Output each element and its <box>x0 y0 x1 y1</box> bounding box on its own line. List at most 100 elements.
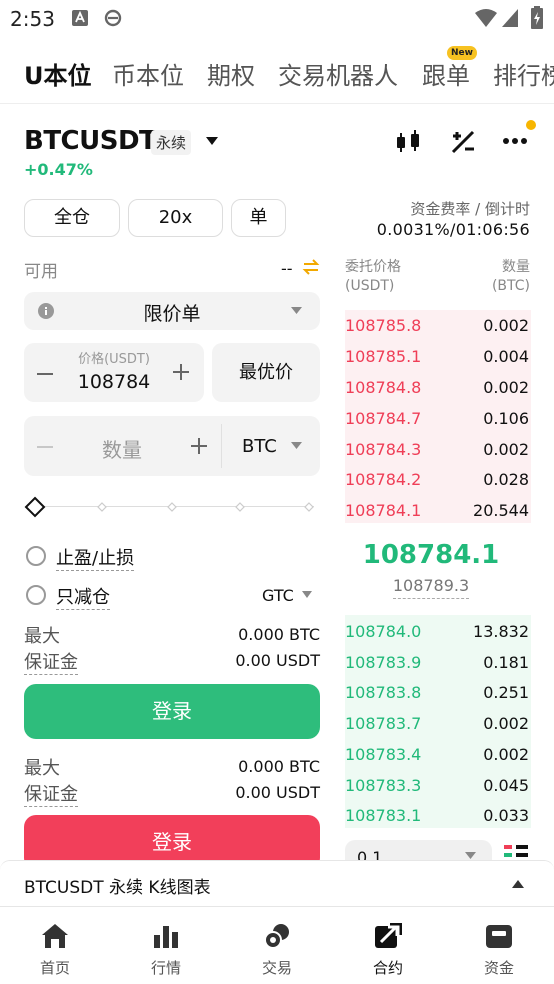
chevron-down-icon[interactable] <box>302 591 312 598</box>
margin-mode-button[interactable]: 全仓 <box>24 199 120 237</box>
tab-trading-bots[interactable]: 交易机器人 <box>278 56 398 91</box>
transfer-icon[interactable] <box>302 258 320 276</box>
slider-handle[interactable] <box>24 496 46 518</box>
reduce-only-label[interactable]: 只减仓 <box>56 583 110 610</box>
nav-label: 交易 <box>261 959 292 977</box>
browser-notification-icon <box>104 9 122 27</box>
nav-label: 首页 <box>39 959 70 977</box>
sell-margin-label[interactable]: 保证金 <box>24 780 78 807</box>
price-change: +0.47% <box>24 160 93 179</box>
tp-sl-label[interactable]: 止盈/止损 <box>56 544 135 571</box>
input-divider <box>221 424 222 468</box>
ask-price: 108784.1 <box>345 501 422 520</box>
quantity-placeholder[interactable]: 数量 <box>60 434 184 463</box>
contract-symbol[interactable]: BTCUSDT <box>24 126 157 156</box>
price-input[interactable]: 价格(USDT) 108784 <box>24 343 204 402</box>
tab-copy-trading[interactable]: 跟单 <box>422 56 470 91</box>
bid-row[interactable]: 108783.3 0.045 <box>345 770 531 801</box>
ask-row[interactable]: 108785.8 0.002 <box>345 310 531 341</box>
last-price[interactable]: 108784.1 <box>345 540 517 570</box>
status-bar: 2:53 <box>0 0 554 40</box>
ask-price: 108784.3 <box>345 440 422 459</box>
quantity-input[interactable]: 数量 BTC <box>24 416 320 476</box>
plus-icon[interactable] <box>190 437 208 455</box>
bid-price: 108783.8 <box>345 683 422 702</box>
quantity-slider[interactable] <box>24 496 320 518</box>
bid-row[interactable]: 108783.1 0.033 <box>345 800 531 831</box>
slider-step[interactable] <box>167 502 177 512</box>
buy-margin-value: 0.00 USDT <box>235 651 320 670</box>
ob-price-header: 委托价格 <box>345 259 401 275</box>
bid-price: 108783.1 <box>345 806 422 825</box>
caret-down-icon[interactable] <box>205 136 219 146</box>
ask-qty: 0.002 <box>483 440 529 459</box>
nav-label: 行情 <box>150 959 181 977</box>
bid-price: 108783.9 <box>345 653 422 672</box>
calculator-icon[interactable] <box>449 128 477 156</box>
divider <box>0 103 554 104</box>
ask-row[interactable]: 108784.7 0.106 <box>345 403 531 434</box>
tab-options[interactable]: 期权 <box>207 56 255 91</box>
bid-price: 108783.7 <box>345 714 422 733</box>
ask-price: 108784.7 <box>345 409 422 428</box>
ask-row[interactable]: 108784.3 0.002 <box>345 434 531 465</box>
nav-assets[interactable]: 资金 <box>444 907 554 984</box>
bid-qty: 0.002 <box>483 714 529 733</box>
quantity-unit[interactable]: BTC <box>242 436 277 457</box>
login-buy-button[interactable]: 登录 <box>24 684 320 739</box>
trade-coins-icon <box>264 924 289 949</box>
nav-futures[interactable]: 合约 <box>333 907 443 984</box>
ask-row[interactable]: 108784.2 0.028 <box>345 464 531 495</box>
tab-leaderboard[interactable]: 排行榜 <box>493 56 554 91</box>
chevron-up-icon[interactable] <box>512 880 524 888</box>
bid-row[interactable]: 108784.0 13.832 <box>345 616 531 647</box>
best-price-button[interactable]: 最优价 <box>212 343 320 402</box>
plus-icon[interactable] <box>172 363 190 381</box>
order-type-select[interactable]: 限价单 <box>24 292 320 330</box>
candlestick-chart-icon[interactable] <box>394 128 422 156</box>
bottom-nav: 首页 行情 交易 合约 资金 <box>0 907 554 984</box>
ask-price: 108785.1 <box>345 347 422 366</box>
nav-markets[interactable]: 行情 <box>111 907 221 984</box>
wifi-icon <box>475 9 497 27</box>
sell-margin-value: 0.00 USDT <box>235 783 320 802</box>
ask-price: 108784.2 <box>345 470 422 489</box>
ask-price: 108784.8 <box>345 378 422 397</box>
nav-trade[interactable]: 交易 <box>222 907 332 984</box>
ask-row[interactable]: 108785.1 0.004 <box>345 341 531 372</box>
bid-qty: 0.045 <box>483 776 529 795</box>
minus-icon[interactable] <box>36 438 54 456</box>
buy-margin-label[interactable]: 保证金 <box>24 648 78 675</box>
reduce-only-radio[interactable] <box>26 585 46 605</box>
tp-sl-radio[interactable] <box>26 546 46 566</box>
tab-usdt-margined[interactable]: U本位 <box>24 56 92 91</box>
tab-coin-margined[interactable]: 币本位 <box>112 56 184 91</box>
slider-step[interactable] <box>97 502 107 512</box>
bid-price: 108783.3 <box>345 776 422 795</box>
bid-row[interactable]: 108783.8 0.251 <box>345 677 531 708</box>
chevron-down-icon[interactable] <box>291 442 302 450</box>
ask-qty: 0.028 <box>483 470 529 489</box>
slider-step[interactable] <box>304 502 314 512</box>
status-time: 2:53 <box>10 7 55 31</box>
mark-price[interactable]: 108789.3 <box>345 576 517 595</box>
bid-row[interactable]: 108783.7 0.002 <box>345 708 531 739</box>
slider-step[interactable] <box>235 502 245 512</box>
more-options-icon[interactable] <box>502 136 528 146</box>
kline-chart-title[interactable]: BTCUSDT 永续 K线图表 <box>24 873 211 898</box>
ask-price: 108785.8 <box>345 316 422 335</box>
time-in-force-select[interactable]: GTC <box>262 586 294 605</box>
sell-max-label: 最大 <box>24 758 60 779</box>
bid-row[interactable]: 108783.9 0.181 <box>345 647 531 678</box>
bid-qty: 0.181 <box>483 653 529 672</box>
nav-home[interactable]: 首页 <box>0 907 110 984</box>
bid-row[interactable]: 108783.4 0.002 <box>345 739 531 770</box>
ob-qty-unit: (BTC) <box>491 278 530 294</box>
ask-row[interactable]: 108784.8 0.002 <box>345 372 531 403</box>
position-mode-button[interactable]: 单 <box>231 199 286 237</box>
futures-icon <box>375 923 402 948</box>
leverage-button[interactable]: 20x <box>128 199 223 237</box>
ask-row[interactable]: 108784.1 20.544 <box>345 495 531 526</box>
minus-icon[interactable] <box>36 365 54 383</box>
buy-max-value: 0.000 BTC <box>238 625 320 644</box>
